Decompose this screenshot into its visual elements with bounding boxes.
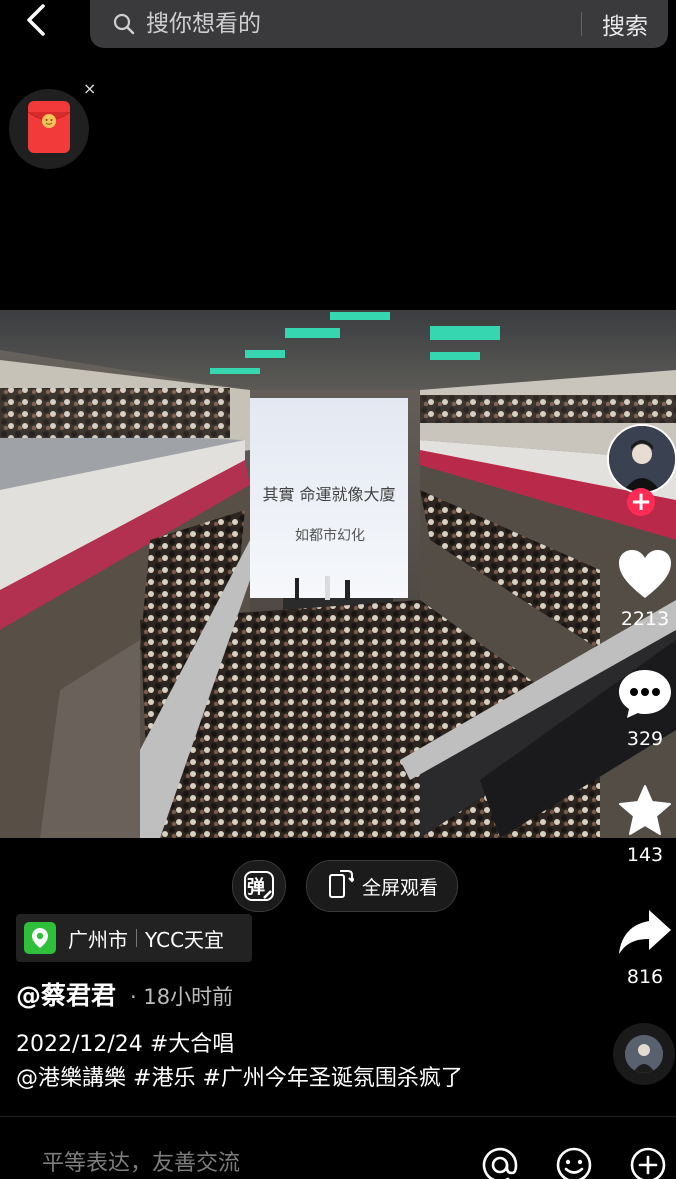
- danmu-icon: 弹: [244, 871, 274, 901]
- hashtag-christmas[interactable]: #广州今年圣诞氛围杀疯了: [202, 1066, 462, 1091]
- danmu-toggle-button[interactable]: 弹: [232, 860, 286, 912]
- search-icon: [112, 12, 136, 36]
- favorite-count: 143: [626, 844, 664, 866]
- location-city: 广州市: [68, 927, 128, 952]
- like-button[interactable]: 2213: [610, 548, 676, 630]
- comment-bar: [0, 1116, 676, 1179]
- location-chip[interactable]: 广州市 YCC天宜: [16, 914, 252, 962]
- hashtag-choir[interactable]: #大合唱: [150, 1032, 234, 1057]
- author-avatar-button[interactable]: +: [607, 424, 676, 516]
- like-count: 2213: [620, 608, 670, 630]
- comment-input[interactable]: [40, 1150, 444, 1177]
- caption-line1: 2022/12/24 #大合唱: [16, 1028, 596, 1062]
- mention-link[interactable]: @港樂講樂: [16, 1066, 126, 1091]
- music-disc-button[interactable]: [613, 1023, 675, 1085]
- post-date: 2022/12/24: [16, 1032, 143, 1057]
- search-input[interactable]: [144, 10, 581, 38]
- avatar: [607, 424, 676, 494]
- screen-lyric-line2: 如都市幻化: [295, 527, 365, 544]
- location-place: YCC天宜: [145, 927, 225, 952]
- fullscreen-label: 全屏观看: [361, 876, 438, 899]
- location-divider: [136, 929, 137, 947]
- video-frame-image: 其實 命運就像大廈 如都市幻化: [0, 310, 676, 838]
- red-packet-button[interactable]: [9, 89, 89, 169]
- chevron-left-icon: [25, 3, 47, 41]
- comment-button[interactable]: 329: [610, 668, 676, 750]
- star-icon: [618, 784, 672, 840]
- video-feed-screen: 搜索 ×: [0, 0, 676, 1179]
- emoji-icon[interactable]: [554, 1145, 594, 1179]
- hashtag-hk-music[interactable]: #港乐: [133, 1066, 195, 1091]
- screen-lyric-line1: 其實 命運就像大廈: [262, 485, 395, 504]
- share-count: 816: [626, 966, 664, 988]
- follow-button[interactable]: +: [627, 488, 655, 516]
- at-icon[interactable]: [480, 1145, 520, 1179]
- plus-circle-icon[interactable]: [628, 1145, 668, 1179]
- search-divider: [581, 12, 582, 36]
- back-button[interactable]: [18, 2, 54, 42]
- search-button[interactable]: 搜索: [602, 7, 648, 41]
- share-button[interactable]: 816: [610, 906, 676, 988]
- heart-icon: [617, 548, 673, 604]
- caption-line2: @港樂講樂 #港乐 #广州今年圣诞氛围杀疯了: [16, 1062, 596, 1096]
- comment-count: 329: [626, 728, 664, 750]
- search-bar[interactable]: 搜索: [90, 0, 668, 48]
- post-caption: 2022/12/24 #大合唱 @港樂講樂 #港乐 #广州今年圣诞氛围杀疯了: [16, 1028, 596, 1096]
- post-time: · 18小时前: [130, 985, 234, 1009]
- rotate-screen-icon: [326, 869, 356, 903]
- favorite-button[interactable]: 143: [610, 784, 676, 866]
- video-player[interactable]: 其實 命運就像大廈 如都市幻化: [0, 310, 676, 838]
- author-line: @蔡君君 · 18小时前: [16, 976, 233, 1012]
- fullscreen-button[interactable]: 全屏观看: [306, 860, 458, 912]
- music-cover: [625, 1035, 663, 1073]
- red-envelope-icon: [27, 100, 71, 158]
- comment-bubble-icon: [617, 668, 673, 724]
- location-pin-icon: [24, 922, 56, 954]
- close-icon[interactable]: ×: [83, 79, 96, 98]
- share-arrow-icon: [617, 906, 673, 962]
- author-name[interactable]: @蔡君君: [16, 976, 116, 1012]
